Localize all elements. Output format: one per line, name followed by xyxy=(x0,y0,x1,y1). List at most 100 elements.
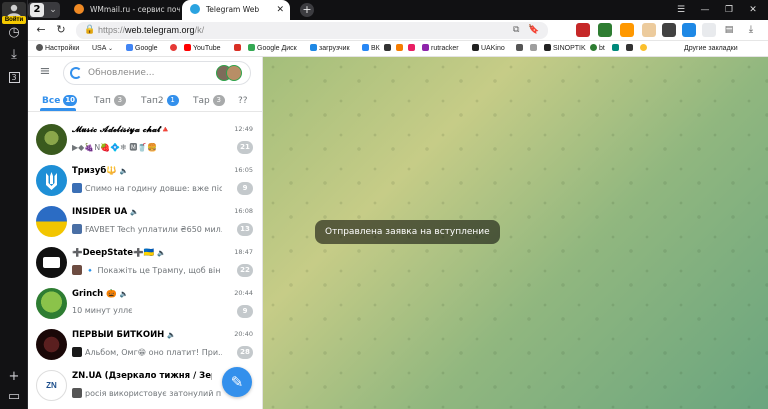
copy-icon[interactable]: ⧉ xyxy=(513,22,519,39)
chevron-down-icon: ⌄ xyxy=(49,5,57,15)
unread-badge: 13 xyxy=(237,223,253,236)
tab-telegram[interactable]: Telegram Web ✕ xyxy=(182,0,290,20)
avatar: ZN xyxy=(36,370,67,401)
tab-folder-more[interactable]: ?? xyxy=(238,94,248,110)
bookmark-icon-only[interactable] xyxy=(640,41,649,57)
muted-icon: 🔈 xyxy=(130,208,139,216)
bookmark-settings[interactable]: Настройки xyxy=(36,41,79,57)
bookmark-label: Настройки xyxy=(45,45,80,52)
bookmark-bt[interactable]: bt xyxy=(590,41,605,57)
minimize-icon[interactable]: — xyxy=(694,0,716,20)
browser-window: Войти ◷ ⤓ 3 + ▭ 2 ⌄ WMmail.ru - сервис п… xyxy=(0,0,768,409)
downloads-icon[interactable]: ⤓ xyxy=(5,46,23,64)
vk-icon xyxy=(362,44,369,51)
tab-folder-tar[interactable]: Тар 3 xyxy=(193,94,225,110)
login-badge[interactable]: Войти xyxy=(2,16,26,24)
search-input[interactable]: Обновление... xyxy=(63,61,251,85)
bookmark-icon-only[interactable] xyxy=(384,41,393,57)
bookmark-youtube[interactable]: YouTube xyxy=(184,41,221,57)
bookmark-gmail[interactable] xyxy=(234,41,243,57)
vpn-icon[interactable] xyxy=(702,23,716,37)
extension-icon[interactable] xyxy=(642,23,656,37)
tab-counter-icon[interactable]: 3 xyxy=(5,68,23,86)
rutracker-icon xyxy=(422,44,429,51)
unread-badge: 9 xyxy=(237,305,253,318)
close-window-icon[interactable]: ✕ xyxy=(742,0,764,20)
url-text[interactable]: https://web.telegram.org/k/ xyxy=(98,22,204,39)
panel-toggle-icon[interactable]: ▭ xyxy=(5,388,23,406)
bookmark-google[interactable]: Google xyxy=(126,41,158,57)
extension-icon[interactable] xyxy=(682,23,696,37)
folder-tabs: Все 10 Тап 3 Тап2 1 Тар 3 ?? xyxy=(28,90,262,112)
bookmark-icon-only[interactable] xyxy=(408,41,417,57)
address-bar-row: ← ↻ 🔒 https://web.telegram.org/k/ ⧉ 🔖 ▤ … xyxy=(28,20,768,41)
bookmark-favicon xyxy=(530,44,537,51)
bookmark-usa[interactable]: USA ⌄ xyxy=(92,41,113,57)
chat-item[interactable]: ➕DeepState➕🇺🇦 🔈 18:47 🔹 Покажіть це Трамп… xyxy=(28,244,262,284)
bookmark-rutracker[interactable]: rutracker xyxy=(422,41,459,57)
bookmark-favicon xyxy=(396,44,403,51)
tab-folder-tap2[interactable]: Тап2 1 xyxy=(141,94,179,110)
chat-item[interactable]: INSIDER UA 🔈 16:08 FAVBET Tech уплатили ₴… xyxy=(28,203,262,243)
bookmark-favicon xyxy=(170,44,177,51)
chat-preview: Спимо на годину довше: вже післ... xyxy=(72,183,222,193)
tab-folder-tap[interactable]: Тап 3 xyxy=(94,94,126,110)
bookmark-icon-only[interactable] xyxy=(530,41,539,57)
bookmark-icon-only[interactable] xyxy=(396,41,405,57)
bookmark-sinoptik[interactable]: SINOPTIK xyxy=(544,41,586,57)
stories[interactable] xyxy=(216,65,244,81)
google-icon xyxy=(126,44,133,51)
avatar xyxy=(36,165,67,196)
bookmark-icon-only[interactable] xyxy=(626,41,635,57)
message-thumbnail xyxy=(72,388,82,398)
chat-preview: ▶◆🍇N🍓💠❄ 🅼🥤🍔 xyxy=(72,142,222,153)
chat-item[interactable]: Тризуб🔱 🔈 16:05 Спимо на годину довше: вж… xyxy=(28,162,262,202)
back-icon[interactable]: ← xyxy=(32,21,50,39)
extension-icon[interactable] xyxy=(620,23,634,37)
bookmark-favicon xyxy=(612,44,619,51)
menu-icon[interactable]: ☰ xyxy=(670,0,692,20)
chat-title-wrap: ПЕРВЫЙ БИТКОИН 🔈 xyxy=(72,330,212,340)
history-icon[interactable]: ◷ xyxy=(5,24,23,42)
new-tab-button[interactable]: + xyxy=(300,3,314,17)
bookmark-downloader[interactable]: загрузчик xyxy=(310,41,350,57)
close-icon[interactable]: ✕ xyxy=(276,0,284,20)
lock-icon[interactable]: 🔒 xyxy=(84,22,95,39)
extensions-menu-icon[interactable]: ▤ xyxy=(722,23,736,37)
chat-item[interactable]: 𝓜𝓾𝓼𝓲𝓬 𝓐𝓭𝓮𝓵𝓲𝓼𝓲𝔂𝓪 𝓬𝓱𝓪𝓽🔺 12:49 ▶◆🍇N🍓💠❄ 🅼🥤🍔 … xyxy=(28,121,262,161)
bookmark-icon-only[interactable] xyxy=(170,41,179,57)
bookmark-icon[interactable]: 🔖 xyxy=(528,22,539,39)
tab-strip: 2 ⌄ WMmail.ru - сервис почт Telegram Web… xyxy=(28,0,768,20)
url-domain: web.telegram.org xyxy=(125,25,195,35)
extension-icon[interactable] xyxy=(598,23,612,37)
bookmark-google-drive[interactable]: Google Диск xyxy=(248,41,297,57)
restore-icon[interactable]: ❐ xyxy=(718,0,740,20)
avatar xyxy=(36,329,67,360)
tab-group-counter[interactable]: 2 ⌄ xyxy=(28,2,60,18)
bookmark-favicon xyxy=(626,44,633,51)
extension-icon[interactable] xyxy=(662,23,676,37)
menu-icon[interactable]: ≡ xyxy=(38,65,52,79)
add-icon[interactable]: + xyxy=(5,368,23,386)
chat-title: Grinch 🎃 xyxy=(72,289,117,299)
reload-icon[interactable]: ↻ xyxy=(52,21,70,39)
bookmark-vk[interactable]: ВК xyxy=(362,41,380,57)
story-avatar[interactable] xyxy=(226,65,242,81)
chat-time: 20:40 xyxy=(234,330,253,338)
new-message-button[interactable]: ✎ xyxy=(222,367,252,397)
chat-item[interactable]: ПЕРВЫЙ БИТКОИН 🔈 20:40 Альбом, Омг😁 оно п… xyxy=(28,326,262,366)
bookmark-icon-only[interactable] xyxy=(612,41,621,57)
account-button[interactable]: Войти xyxy=(2,2,26,24)
tab-wmmail[interactable]: WMmail.ru - сервис почт xyxy=(68,0,180,20)
address-bar[interactable]: 🔒 https://web.telegram.org/k/ ⧉ 🔖 xyxy=(76,22,548,39)
chat-item[interactable]: Grinch 🎃 🔈 20:44 10 минут уллє 9 xyxy=(28,285,262,325)
sidebar-rail: Войти ◷ ⤓ 3 + ▭ xyxy=(0,0,28,409)
other-bookmarks[interactable]: Другие закладки xyxy=(684,41,738,57)
message-thumbnail xyxy=(72,183,82,193)
muted-icon: 🔈 xyxy=(167,331,177,339)
download-icon[interactable]: ⤓ xyxy=(744,23,758,37)
tab-title: WMmail.ru - сервис почт xyxy=(90,5,180,14)
bookmark-icon-only[interactable] xyxy=(516,41,525,57)
ublock-icon[interactable] xyxy=(576,23,590,37)
bookmark-uakino[interactable]: UAKino xyxy=(472,41,505,57)
